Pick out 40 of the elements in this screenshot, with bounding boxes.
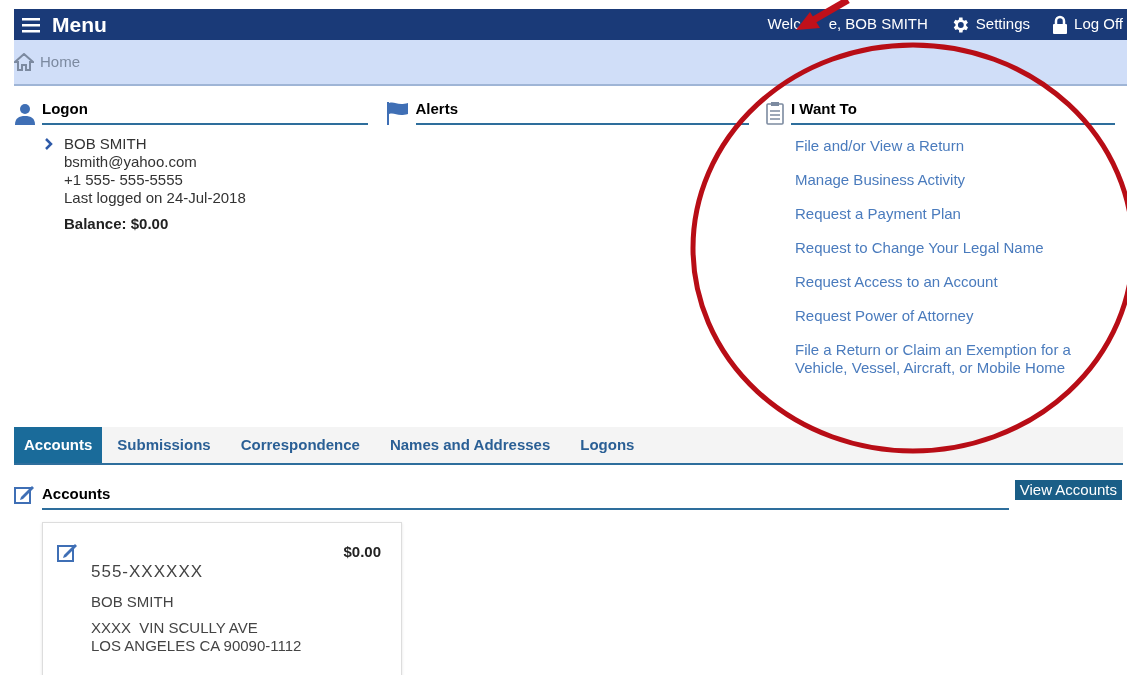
menu-icon [22, 16, 42, 33]
section-heading: Logon [42, 98, 368, 125]
account-number: 555-XXXXXX [91, 561, 205, 583]
chevron-icon [44, 136, 54, 151]
logoff-link[interactable]: Log Off [1052, 13, 1123, 36]
action-link[interactable]: Request Power of Attorney [795, 306, 1115, 325]
user-email: bsmith@yahoo.com [64, 152, 198, 171]
tab[interactable]: Accounts [14, 427, 103, 463]
account-name: BOB SMITH [91, 591, 175, 612]
action-link[interactable]: Request to Change Your Legal Name [795, 238, 1115, 257]
action-link[interactable]: File a Return or Claim an Exemption for a Vehicle, Vessel, Aircraft, or Mobile Home [795, 340, 1115, 377]
tab[interactable]: Names and Addresses [374, 427, 566, 463]
person-icon [14, 102, 36, 125]
action-link[interactable]: Request a Payment Plan [795, 204, 1115, 223]
clipboard-icon [765, 100, 785, 125]
lock-icon [1052, 14, 1069, 35]
welcome-text: Welc [767, 14, 801, 35]
user-name: BOB SMITH [64, 134, 148, 153]
welcome-text: e, BOB SMITH [828, 14, 928, 35]
home-icon [14, 53, 34, 71]
tab[interactable]: Correspondence [225, 427, 375, 463]
action-link[interactable]: Manage Business Activity [795, 170, 1115, 189]
address-line: LOS ANGELES CA 90090-1112 [91, 637, 303, 655]
user-phone: +1 555- 555-5555 [64, 170, 184, 189]
settings-link[interactable]: Settings [949, 13, 1031, 36]
tab[interactable]: Submissions [102, 427, 226, 463]
account-balance: $0.00 [343, 541, 381, 562]
last-logged-text: Last logged on 24-Jul-2018 [64, 188, 246, 207]
edit-icon [14, 483, 36, 506]
action-link[interactable]: File and/or View a Return [795, 136, 1115, 155]
section-heading: I Want To [791, 98, 1115, 125]
tab[interactable]: Logons [565, 427, 650, 463]
section-heading: Alerts [415, 98, 749, 125]
section-heading: Accounts [42, 479, 1009, 510]
menu-button[interactable]: Menu [22, 8, 107, 41]
action-link[interactable]: Request Access to an Account [795, 272, 1115, 291]
balance-text: Balance: $0.00 [64, 214, 170, 233]
address-line: XXXX VIN SCULLY AVE [91, 619, 259, 637]
flag-icon [385, 100, 410, 125]
view-accounts-button[interactable]: View Accounts [1014, 480, 1122, 501]
